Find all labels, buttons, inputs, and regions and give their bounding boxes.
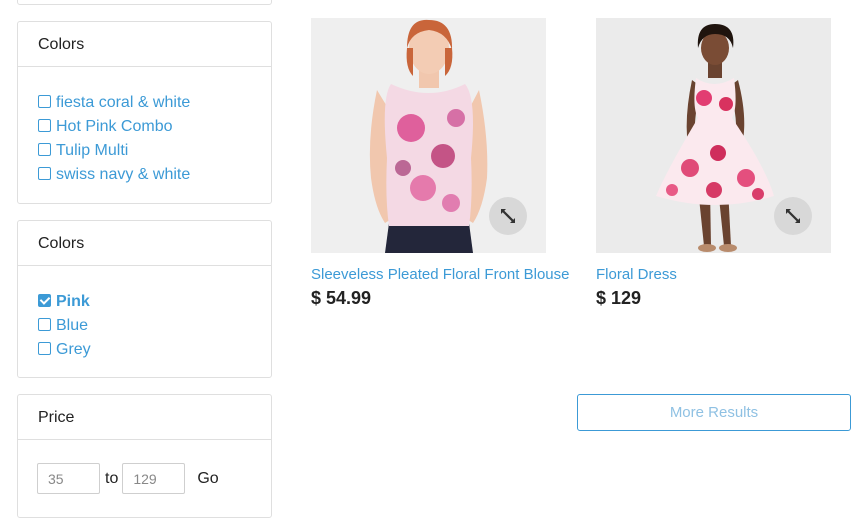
product-card: Sleeveless Pleated Floral Front Blouse $… xyxy=(311,18,571,309)
checkbox-icon[interactable] xyxy=(38,166,51,180)
option-label: swiss navy & white xyxy=(56,166,191,183)
expand-icon[interactable] xyxy=(774,197,812,235)
panel-title: Price xyxy=(18,395,271,440)
filter-panel-top xyxy=(17,0,272,5)
checkbox-icon[interactable] xyxy=(38,142,51,156)
option-label: Hot Pink Combo xyxy=(56,118,173,135)
color-option[interactable]: swiss navy & white xyxy=(38,163,271,187)
option-label: Grey xyxy=(56,341,91,358)
color-option-blue[interactable]: Blue xyxy=(38,314,271,338)
color-option[interactable]: fiesta coral & white xyxy=(38,91,271,115)
color-option-pink[interactable]: Pink xyxy=(38,290,271,314)
filter-panel-price: Price to Go xyxy=(17,394,272,518)
checkbox-checked-icon[interactable] xyxy=(38,293,51,307)
option-label: Tulip Multi xyxy=(56,142,129,159)
price-max-input[interactable] xyxy=(122,463,186,494)
filter-panel-colors-1: Colors fiesta coral & white Hot Pink Com… xyxy=(17,21,272,204)
product-image[interactable] xyxy=(311,18,546,253)
option-label: Pink xyxy=(56,293,90,310)
more-results-button[interactable]: More Results xyxy=(577,394,851,431)
panel-title: Colors xyxy=(18,22,271,67)
product-price: $ 129 xyxy=(596,288,642,308)
color-option[interactable]: Tulip Multi xyxy=(38,139,271,163)
checkbox-icon[interactable] xyxy=(38,94,51,108)
product-name-link[interactable]: Floral Dress xyxy=(596,265,856,284)
option-label: Blue xyxy=(56,317,89,334)
product-name-link[interactable]: Sleeveless Pleated Floral Front Blouse xyxy=(311,265,571,284)
panel-title: Colors xyxy=(18,221,271,266)
price-min-input[interactable] xyxy=(37,463,100,494)
checkbox-icon[interactable] xyxy=(38,317,51,331)
product-image[interactable] xyxy=(596,18,831,253)
checkbox-icon[interactable] xyxy=(38,341,51,355)
color-option-grey[interactable]: Grey xyxy=(38,338,271,362)
option-label: fiesta coral & white xyxy=(56,94,191,111)
price-go-button[interactable]: Go xyxy=(197,470,218,488)
expand-icon[interactable] xyxy=(489,197,527,235)
price-to-label: to xyxy=(105,469,119,487)
product-card: Floral Dress $ 129 xyxy=(596,18,856,309)
color-option[interactable]: Hot Pink Combo xyxy=(38,115,271,139)
filter-panel-colors-2: Colors Pink Blue Grey xyxy=(17,220,272,378)
checkbox-icon[interactable] xyxy=(38,118,51,132)
product-price: $ 54.99 xyxy=(311,288,372,308)
